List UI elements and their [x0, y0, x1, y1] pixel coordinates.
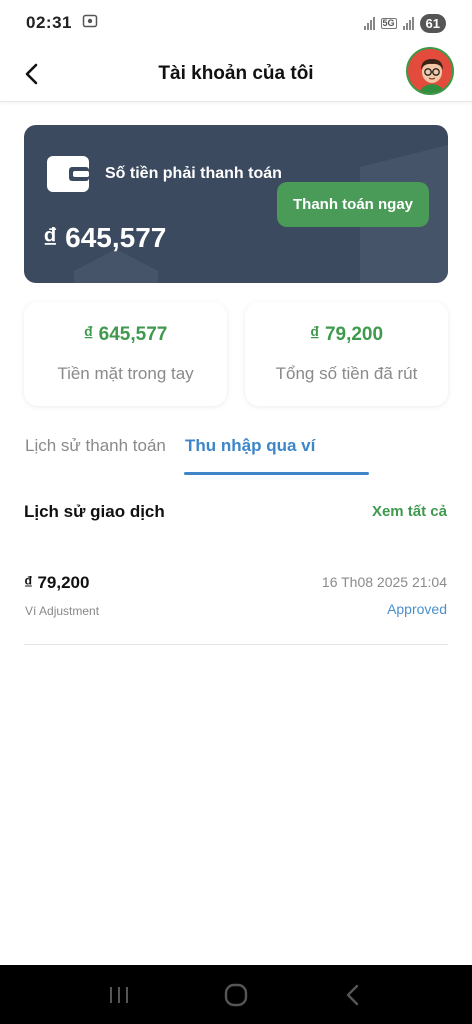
system-navigation-bar	[0, 965, 472, 1024]
page-title: Tài khoản của tôi	[158, 62, 314, 84]
total-withdrawn-label: Tổng số tiền đã rút	[275, 364, 418, 383]
payment-due-label: Số tiền phải thanh toán	[105, 165, 282, 182]
status-bar: 02:31 5G 61	[0, 0, 472, 46]
payment-due-card: Số tiền phải thanh toán ₫ 645,577 Thanh …	[24, 125, 448, 283]
chevron-left-icon	[25, 63, 38, 85]
tab-payment-history[interactable]: Lịch sử thanh toán	[25, 436, 166, 456]
transaction-date: 16 Th08 2025 21:04	[321, 574, 447, 590]
status-time: 02:31	[26, 13, 72, 32]
cash-in-hand-label: Tiền mặt trong tay	[57, 364, 194, 383]
screen-record-icon	[82, 13, 98, 34]
active-tab-indicator	[184, 472, 369, 475]
recent-apps-icon	[109, 986, 128, 1003]
payment-due-amount: ₫ 645,577	[43, 222, 167, 253]
pay-now-button[interactable]: Thanh toán ngay	[277, 182, 429, 227]
avatar[interactable]	[406, 47, 454, 95]
app-header: Tài khoản của tôi	[0, 46, 472, 102]
signal-icon	[402, 16, 414, 30]
transaction-description: Ví Adjustment	[25, 604, 100, 618]
tab-bar: Lịch sử thanh toán Thu nhập qua ví	[24, 436, 448, 478]
tab-wallet-income[interactable]: Thu nhập qua ví	[185, 436, 315, 456]
back-icon	[347, 984, 359, 1005]
recent-apps-button[interactable]	[99, 975, 139, 1015]
transaction-amount: ₫ 79,200	[24, 573, 90, 592]
transaction-history-title: Lịch sử giao dịch	[24, 502, 165, 521]
cash-in-hand-card: ₫ 645,577 Tiền mặt trong tay	[24, 302, 227, 406]
view-all-link[interactable]: Xem tất cả	[372, 503, 447, 520]
cash-in-hand-amount: ₫ 645,577	[83, 324, 168, 345]
transaction-status: Approved	[387, 601, 447, 617]
home-button[interactable]	[216, 975, 256, 1015]
wallet-icon	[47, 156, 89, 192]
total-withdrawn-card: ₫ 79,200 Tổng số tiền đã rút	[245, 302, 448, 406]
home-icon	[224, 983, 248, 1006]
system-back-button[interactable]	[333, 975, 373, 1015]
signal-icon	[363, 16, 375, 30]
battery-icon: 61	[419, 13, 446, 33]
back-button[interactable]	[14, 56, 50, 92]
transaction-row[interactable]: ₫ 79,200 Ví Adjustment 16 Th08 2025 21:0…	[24, 566, 448, 645]
network-5g-icon: 5G	[380, 17, 397, 29]
total-withdrawn-amount: ₫ 79,200	[309, 324, 384, 345]
